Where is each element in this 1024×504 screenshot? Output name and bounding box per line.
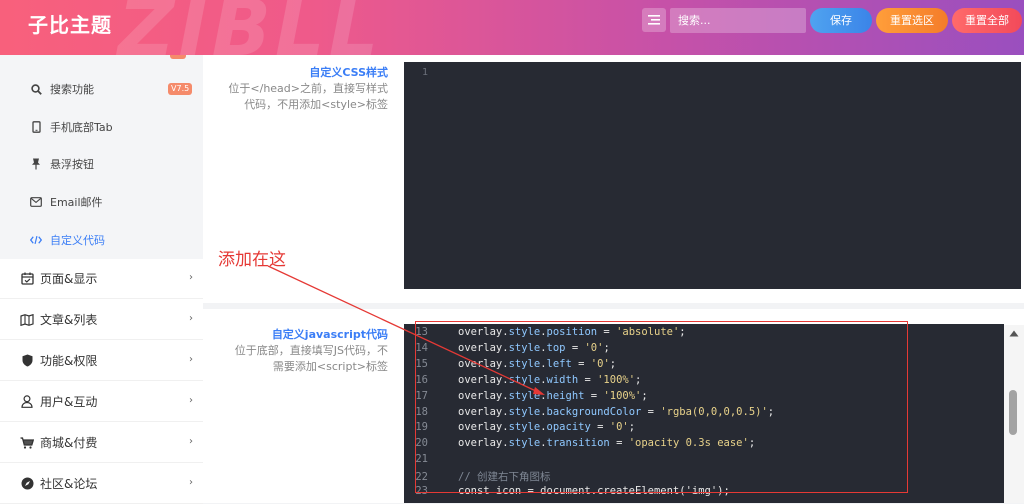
reset-selection-button[interactable]: 重置选区 [876, 8, 948, 33]
section-divider [203, 303, 1024, 309]
sidebar-item-label: 手机底部Tab [50, 121, 113, 134]
sidebar-item-label: Email邮件 [50, 196, 103, 209]
chevron-right-icon: › [189, 477, 193, 488]
menu-toggle-button[interactable] [642, 8, 666, 32]
editor-scrollbar-thumb[interactable] [1009, 390, 1017, 435]
css-field-desc-line: 代码，不用添加<style>标签 [244, 98, 388, 111]
sidebar-item-label: 悬浮按钮 [50, 158, 94, 171]
sidebar-item-label: 社区&论坛 [40, 477, 98, 491]
sidebar-item-community-forum[interactable]: 社区&论坛 › [0, 464, 203, 504]
sidebar-item-label: 用户&互动 [40, 395, 98, 409]
sidebar-item-posts-list[interactable]: 文章&列表 › [0, 300, 203, 340]
js-field-description: 位于底部，直接填写JS代码，不 需要添加<script>标签 [235, 343, 388, 375]
sidebar-item-mobile-tab[interactable]: 手机底部Tab [0, 112, 203, 142]
brand-title: 子比主题 [28, 13, 112, 37]
save-button[interactable]: 保存 [810, 8, 872, 33]
version-badge: V7.5 [168, 83, 193, 95]
code-icon [30, 234, 42, 246]
js-field-desc-line: 需要添加<script>标签 [272, 360, 388, 373]
sidebar-item-page-display[interactable]: 页面&显示 › [0, 259, 203, 299]
sidebar-item-features-permissions[interactable]: 功能&权限 › [0, 341, 203, 381]
sidebar-item-email[interactable]: Email邮件 [0, 187, 203, 217]
search-icon [30, 83, 42, 95]
pin-icon [30, 158, 42, 170]
highlight-box [415, 321, 908, 493]
sidebar-item-label: 搜索功能 [50, 83, 94, 96]
chevron-right-icon: › [189, 395, 193, 406]
line-number: 1 [421, 67, 428, 78]
badge-partial [170, 55, 186, 59]
sidebar: 搜索功能 V7.5 手机底部Tab 悬浮按钮 Email邮件 自定义代码 页面&… [0, 55, 203, 504]
chevron-right-icon: › [189, 313, 193, 324]
search-input[interactable] [670, 8, 806, 33]
sidebar-item-label: 商城&付费 [40, 436, 98, 450]
sidebar-submenu: 搜索功能 V7.5 手机底部Tab 悬浮按钮 Email邮件 自定义代码 [0, 55, 203, 259]
mail-icon [30, 196, 42, 208]
sidebar-item-search[interactable]: 搜索功能 V7.5 [0, 74, 203, 104]
sidebar-item-custom-code[interactable]: 自定义代码 [0, 225, 203, 255]
js-field-desc-line: 位于底部，直接填写JS代码，不 [234, 344, 388, 357]
sidebar-item-label: 页面&显示 [40, 272, 98, 286]
sidebar-item-users-interaction[interactable]: 用户&互动 › [0, 382, 203, 422]
shield-icon [20, 354, 34, 368]
top-header: ZIBLL 子比主题 保存 重置选区 重置全部 [0, 0, 1024, 55]
css-code-editor[interactable]: 1 [404, 62, 1021, 289]
sidebar-item-shop-payment[interactable]: 商城&付费 › [0, 423, 203, 463]
js-field-title: 自定义javascript代码 [271, 328, 388, 341]
reset-all-button[interactable]: 重置全部 [952, 8, 1022, 33]
compass-icon [20, 477, 34, 491]
css-field-description: 位于</head>之前，直接写样式 代码，不用添加<style>标签 [228, 81, 388, 113]
brand-watermark: ZIBLL [118, 0, 383, 55]
sidebar-item-float-button[interactable]: 悬浮按钮 [0, 149, 203, 179]
css-field-desc-line: 位于</head>之前，直接写样式 [228, 82, 388, 95]
map-icon [20, 313, 34, 327]
chevron-right-icon: › [189, 436, 193, 447]
chevron-right-icon: › [189, 354, 193, 365]
triangle-up-icon [1009, 330, 1019, 337]
mobile-icon [30, 121, 42, 133]
user-icon [20, 395, 34, 409]
calendar-icon [20, 272, 34, 286]
annotation-text: 添加在这 [218, 250, 286, 270]
chevron-right-icon: › [189, 272, 193, 283]
sidebar-item-label: 功能&权限 [40, 354, 98, 368]
list-icon [648, 15, 660, 25]
sidebar-item-label: 自定义代码 [50, 234, 105, 247]
sidebar-item-label: 文章&列表 [40, 313, 98, 327]
css-field-title: 自定义CSS样式 [309, 66, 388, 79]
cart-icon [20, 436, 34, 450]
css-field-label-group: 自定义CSS样式 位于</head>之前，直接写样式 代码，不用添加<style… [203, 55, 390, 125]
js-field-label-group: 自定义javascript代码 位于底部，直接填写JS代码，不 需要添加<scr… [203, 320, 390, 380]
scroll-up-button[interactable] [1006, 330, 1022, 342]
